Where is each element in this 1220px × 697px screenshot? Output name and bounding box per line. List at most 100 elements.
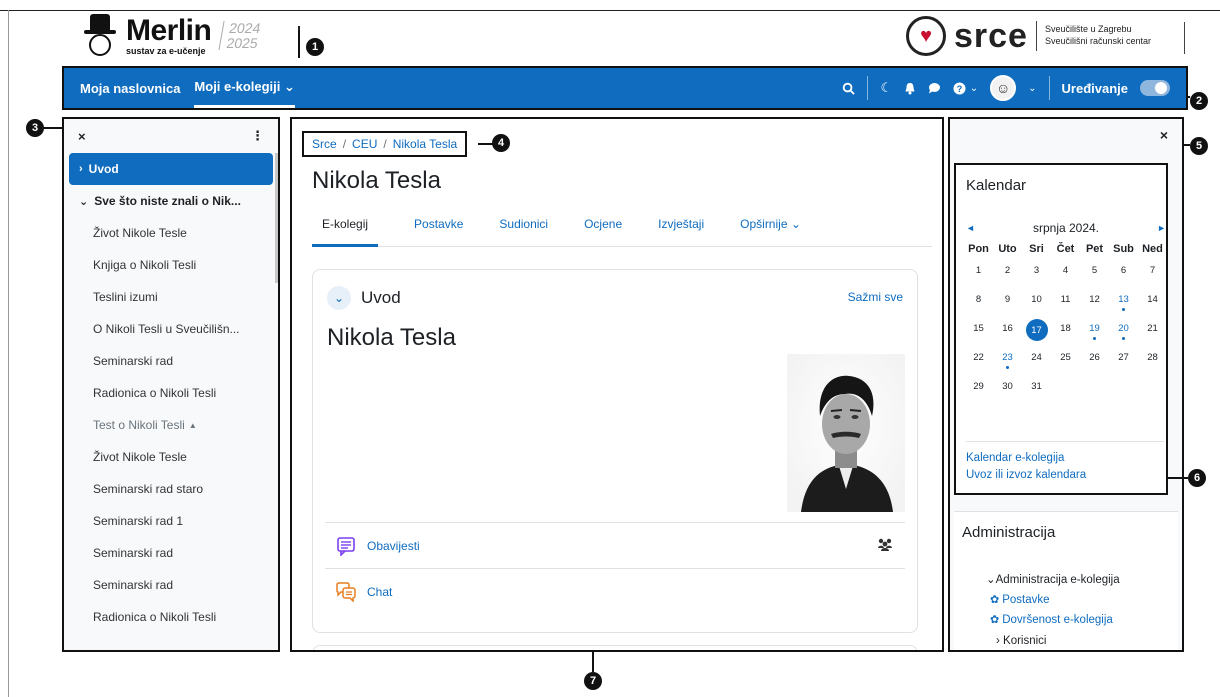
calendar-day-event[interactable]: 19 xyxy=(1080,319,1109,348)
breadcrumb-item[interactable]: Nikola Tesla xyxy=(393,137,457,151)
collapse-all-link[interactable]: Sažmi sve xyxy=(848,290,903,304)
activity-chat[interactable]: Chat xyxy=(325,568,905,614)
tab-course[interactable]: E-kolegij xyxy=(312,207,379,247)
section-title: Uvod xyxy=(361,288,401,307)
course-index-activity[interactable]: Radionica o Nikoli Tesli xyxy=(69,377,273,409)
calendar-weekday: Sri xyxy=(1029,243,1044,255)
course-index-activity[interactable]: Radionica o Nikoli Tesli xyxy=(69,601,273,633)
help-icon[interactable]: ? ⌄ xyxy=(953,81,978,96)
admin-users-node[interactable]: › Korisnici xyxy=(986,631,1120,650)
drawer-scrollbar[interactable] xyxy=(275,153,278,283)
lock-icon: ▲ xyxy=(188,420,197,430)
nav-my-courses[interactable]: Moji e-kolegiji ⌄ xyxy=(194,68,295,108)
year-end: 2025 xyxy=(225,35,260,51)
course-index-label: Sve što niste znali o Nik... xyxy=(94,194,241,208)
course-index-section[interactable]: ⌄ Sve što niste znali o Nik... xyxy=(69,185,273,217)
activity-chat-label[interactable]: Chat xyxy=(367,585,392,599)
course-index-label: Uvod xyxy=(88,162,119,176)
calendar-day: 12 xyxy=(1089,294,1100,305)
srce-logo[interactable]: ♥ srce Sveučilište u Zagrebu Sveučilišni… xyxy=(906,16,1151,56)
course-index-activity[interactable]: O Nikoli Tesli u Sveučilišn... xyxy=(69,313,273,345)
course-index-section-active[interactable]: › Uvod xyxy=(69,153,273,185)
activity-forum-label[interactable]: Obavijesti xyxy=(367,539,420,553)
close-blocks-drawer-icon[interactable]: × xyxy=(1160,127,1168,143)
tab-more[interactable]: Opširnije ⌄ xyxy=(730,207,801,247)
admin-completion-link[interactable]: ✿ Dovršenost e-kolegija xyxy=(986,610,1120,630)
merlin-logo[interactable]: Merlin sustav za e-učenje 2024 2025 xyxy=(80,12,263,60)
admin-settings-link[interactable]: ✿ Postavke xyxy=(986,590,1120,610)
calendar-day: 6 xyxy=(1120,265,1127,276)
year-start: 2024 xyxy=(228,20,263,37)
course-index-activity[interactable]: Život Nikole Tesle xyxy=(69,441,273,473)
course-index-label: Seminarski rad xyxy=(93,546,174,560)
site-header: Merlin sustav za e-učenje 2024 2025 ♥ sr… xyxy=(62,12,1188,64)
calendar-day: 29 xyxy=(973,381,984,392)
calendar-day: 26 xyxy=(1089,352,1100,363)
calendar-day-event[interactable]: 13 xyxy=(1109,290,1138,319)
calendar-day-today[interactable]: 17 xyxy=(1022,319,1051,348)
calendar-next-icon[interactable]: ► xyxy=(1157,223,1166,233)
tab-settings[interactable]: Postavke xyxy=(404,207,463,247)
left-border xyxy=(8,10,9,697)
calendar-weekday: Pon xyxy=(968,243,989,255)
blocks-drawer: × Kalendar ◄ srpnja 2024. ► Pon Uto Sri Čet… xyxy=(948,117,1184,652)
section-collapse-icon[interactable]: ⌄ xyxy=(327,286,351,310)
calendar-day: 25 xyxy=(1060,352,1071,363)
course-index-activity[interactable]: Seminarski rad 1 xyxy=(69,505,273,537)
course-index-activity[interactable]: Knjiga o Nikoli Tesli xyxy=(69,249,273,281)
activity-forum[interactable]: Obavijesti xyxy=(325,522,905,568)
course-index-activity[interactable]: Seminarski rad xyxy=(69,569,273,601)
drawer-menu-icon[interactable]: ⋮ xyxy=(251,128,264,144)
course-index-label: Život Nikole Tesle xyxy=(93,226,187,240)
notification-bell-icon[interactable] xyxy=(904,82,916,95)
course-index-activity[interactable]: Seminarski rad xyxy=(69,345,273,377)
course-index-label: Život Nikole Tesle xyxy=(93,450,187,464)
breadcrumb-item[interactable]: CEU xyxy=(352,137,377,151)
user-avatar[interactable]: ☺ xyxy=(990,75,1017,101)
page-title: Nikola Tesla xyxy=(312,167,441,194)
course-index-list: › Uvod ⌄ Sve što niste znali o Nik... Život … xyxy=(64,153,278,633)
gear-icon: ✿ xyxy=(990,614,1000,627)
callout-marker-3: 3 xyxy=(26,119,44,137)
callout-marker-4: 4 xyxy=(492,134,510,152)
top-border xyxy=(0,10,1220,11)
nav-my-home[interactable]: Moja naslovnica xyxy=(80,68,180,108)
chevron-down-icon[interactable]: ⌄ xyxy=(79,195,88,208)
tab-participants[interactable]: Sudionici xyxy=(489,207,548,247)
course-index-activity[interactable]: Test o Nikoli Tesli ▲ xyxy=(69,409,273,441)
chat-icon xyxy=(335,581,357,603)
administration-block: Administracija ⌄Administracija e-kolegij… xyxy=(954,511,1178,650)
calendar-weekday: Sub xyxy=(1113,243,1134,255)
calendar-day-event[interactable]: 20 xyxy=(1109,319,1138,348)
calendar-day-event[interactable]: 23 xyxy=(993,348,1022,377)
course-index-activity[interactable]: Seminarski rad staro xyxy=(69,473,273,505)
course-index-label: O Nikoli Tesli u Sveučilišn... xyxy=(93,322,240,336)
tab-reports[interactable]: Izvještaji xyxy=(648,207,704,247)
edit-mode-toggle[interactable] xyxy=(1140,80,1170,96)
course-administration-node[interactable]: ⌄Administracija e-kolegija xyxy=(986,570,1120,590)
tab-grades[interactable]: Ocjene xyxy=(574,207,622,247)
import-export-calendar-link[interactable]: Uvoz ili izvoz kalendara xyxy=(966,467,1164,484)
course-index-activity[interactable]: Teslini izumi xyxy=(69,281,273,313)
breadcrumb-item[interactable]: Srce xyxy=(312,137,337,151)
calendar-prev-icon[interactable]: ◄ xyxy=(966,223,975,233)
close-drawer-icon[interactable]: × xyxy=(78,129,86,144)
chevron-down-icon: ⌄ xyxy=(284,78,295,94)
chevron-right-icon[interactable]: › xyxy=(79,163,83,175)
calendar-day: 31 xyxy=(1031,381,1042,392)
course-index-activity[interactable]: Seminarski rad xyxy=(69,537,273,569)
calendar-day: 4 xyxy=(1062,265,1069,276)
messages-icon[interactable] xyxy=(928,82,941,94)
forum-icon xyxy=(335,535,357,557)
calendar-day: 8 xyxy=(975,294,982,305)
user-menu-chevron-icon[interactable]: ⌄ xyxy=(1028,83,1036,94)
admin-completion-label: Dovršenost e-kolegija xyxy=(1002,614,1113,627)
nav-my-courses-label: Moji e-kolegiji xyxy=(194,79,281,94)
course-calendar-link[interactable]: Kalendar e-kolegija xyxy=(966,450,1164,467)
course-index-activity[interactable]: Život Nikole Tesle xyxy=(69,217,273,249)
calendar-day: 14 xyxy=(1147,294,1158,305)
svg-text:?: ? xyxy=(957,84,963,94)
breadcrumb: Srce / CEU / Nikola Tesla xyxy=(302,131,468,157)
dark-mode-icon[interactable]: ☾ xyxy=(880,80,892,96)
search-icon[interactable] xyxy=(842,82,856,95)
